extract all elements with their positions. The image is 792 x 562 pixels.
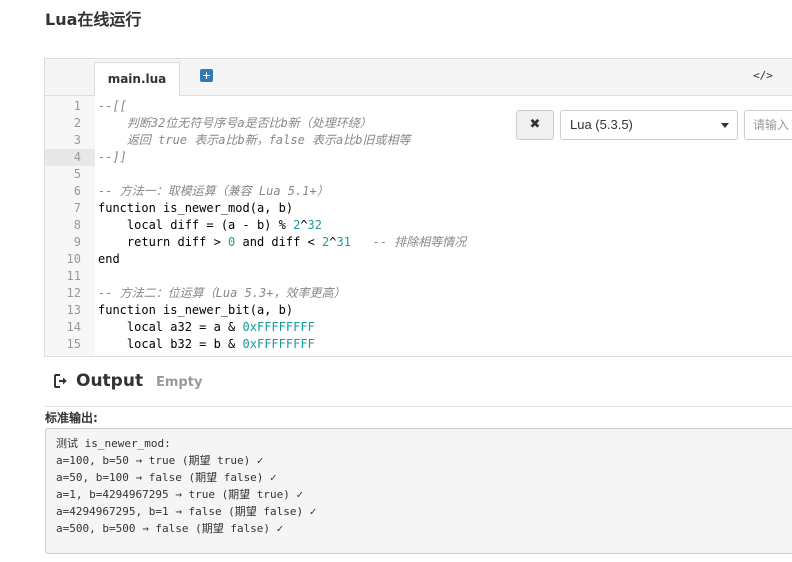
code-line[interactable]: 8 local diff = (a - b) % 2^32 bbox=[45, 217, 792, 234]
line-number: 8 bbox=[73, 218, 81, 232]
sign-out-icon bbox=[54, 374, 67, 388]
line-number: 13 bbox=[66, 303, 81, 317]
line-number: 1 bbox=[73, 99, 81, 113]
code-line[interactable]: 15 local b32 = b & 0xFFFFFFFF bbox=[45, 336, 792, 353]
code-line[interactable]: 14 local a32 = a & 0xFFFFFFFF bbox=[45, 319, 792, 336]
code-token: return bbox=[98, 235, 171, 249]
code-token: 判断32位无符号序号a是否比b新（处理环绕） bbox=[98, 116, 372, 130]
line-number: 12 bbox=[66, 286, 81, 300]
line-number: 15 bbox=[66, 337, 81, 351]
stdout-line: a=1, b=4294967295 → true (期望 true) ✓ bbox=[56, 488, 304, 501]
code-line[interactable]: 6 -- 方法一：取模运算（兼容 Lua 5.1+） bbox=[45, 183, 792, 200]
code-line[interactable]: 9 return diff > 0 and diff < 2^31 -- 排除相… bbox=[45, 234, 792, 251]
code-token: 32 bbox=[307, 218, 322, 232]
line-number: 4 bbox=[45, 149, 95, 166]
code-token: function bbox=[98, 201, 156, 215]
code-text: --]] bbox=[98, 149, 127, 166]
code-token: and bbox=[242, 235, 265, 249]
code-text: -- 方法一：取模运算（兼容 Lua 5.1+） bbox=[98, 183, 329, 200]
code-token: ^ bbox=[300, 218, 308, 232]
code-line[interactable]: 5 bbox=[45, 166, 792, 183]
stdout-line: a=50, b=100 → false (期望 false) ✓ bbox=[56, 471, 277, 484]
stdout-line: a=4294967295, b=1 → false (期望 false) ✓ bbox=[56, 505, 317, 518]
code-text: function is_newer_mod(a, b) bbox=[98, 200, 293, 217]
code-token: 0xFFFFFFFF bbox=[242, 320, 315, 334]
code-token: function bbox=[98, 303, 156, 317]
code-text: local b32 = b & 0xFFFFFFFF bbox=[98, 336, 315, 353]
code-line[interactable]: 13 function is_newer_bit(a, b) bbox=[45, 302, 792, 319]
code-token: is_newer_mod(a, b) bbox=[155, 201, 294, 215]
line-number: 14 bbox=[66, 320, 81, 334]
code-token: local bbox=[98, 337, 164, 351]
line-number: 3 bbox=[73, 133, 81, 147]
line-number: 11 bbox=[66, 269, 81, 283]
code-text: 返回 true 表示a比b新，false 表示a比b旧或相等 bbox=[98, 132, 411, 149]
stdout-label: 标准输出: bbox=[45, 411, 98, 425]
output-divider bbox=[44, 406, 792, 407]
code-token: local bbox=[98, 320, 164, 334]
code-text: return diff > 0 and diff < 2^31 -- 排除相等情… bbox=[98, 234, 466, 251]
language-select[interactable]: Lua (5.3.5) bbox=[560, 110, 738, 140]
stdout-box: 测试 is_newer_mod: a=100, b=50 → true (期望 t… bbox=[45, 428, 792, 554]
code-token: local bbox=[98, 218, 164, 232]
code-text: -- 方法二：位运算（Lua 5.3+，效率更高） bbox=[98, 285, 345, 302]
line-number: 5 bbox=[73, 167, 81, 181]
clear-button[interactable]: ✖ bbox=[516, 110, 554, 140]
tab-main-lua[interactable]: main.lua bbox=[94, 62, 180, 96]
code-token: diff < bbox=[264, 235, 322, 249]
code-token: 返回 true 表示a比b新，false 表示a比b旧或相等 bbox=[98, 133, 411, 147]
editor-tab-bar: main.lua </> bbox=[45, 59, 792, 96]
code-token: 0xFFFFFFFF bbox=[242, 337, 315, 351]
code-text: function is_newer_bit(a, b) bbox=[98, 302, 293, 319]
line-number: 9 bbox=[73, 235, 81, 249]
stdout-line: a=100, b=50 → true (期望 true) ✓ bbox=[56, 454, 264, 467]
code-token: -- 方法二：位运算（Lua 5.3+，效率更高） bbox=[98, 286, 346, 300]
code-text: local diff = (a - b) % 2^32 bbox=[98, 217, 322, 234]
line-number: 10 bbox=[66, 252, 81, 266]
code-line[interactable]: 7 function is_newer_mod(a, b) bbox=[45, 200, 792, 217]
code-toggle-icon[interactable]: </> bbox=[753, 67, 773, 85]
code-token: -- 方法一：取模运算（兼容 Lua 5.1+） bbox=[98, 184, 329, 198]
code-token: --[[ bbox=[98, 99, 127, 113]
output-status: Empty bbox=[156, 375, 203, 390]
code-token: 31 bbox=[336, 235, 351, 249]
code-token: is_newer_bit(a, b) bbox=[155, 303, 294, 317]
code-line[interactable]: 4 --]] bbox=[45, 149, 792, 166]
language-select-value: Lua (5.3.5) bbox=[570, 117, 633, 132]
code-line[interactable]: 10 end bbox=[45, 251, 792, 268]
page-title: Lua在线运行 bbox=[45, 10, 142, 29]
stdout-line: 测试 is_newer_mod: bbox=[56, 437, 171, 450]
code-text: local a32 = a & 0xFFFFFFFF bbox=[98, 319, 315, 336]
code-text: end bbox=[98, 251, 120, 268]
code-text: --[[ bbox=[98, 98, 127, 115]
code-token: diff = (a - b) % bbox=[163, 218, 294, 232]
line-number: 2 bbox=[73, 116, 81, 130]
code-token: --]] bbox=[98, 150, 127, 164]
add-file-icon[interactable] bbox=[200, 69, 213, 82]
chevron-down-icon bbox=[721, 123, 729, 128]
code-token: end bbox=[98, 252, 120, 266]
line-number: 7 bbox=[73, 201, 81, 215]
code-token: a32 = a & bbox=[163, 320, 243, 334]
code-token: diff > bbox=[170, 235, 229, 249]
code-line[interactable]: 11 bbox=[45, 268, 792, 285]
code-token: b32 = b & bbox=[163, 337, 243, 351]
stdout-line: a=500, b=500 → false (期望 false) ✓ bbox=[56, 522, 284, 535]
code-token: -- 排除相等情况 bbox=[350, 235, 467, 249]
code-line[interactable]: 12 -- 方法二：位运算（Lua 5.3+，效率更高） bbox=[45, 285, 792, 302]
code-editor-panel: main.lua </> 1 --[[ 2 判断32位无符号序号a是否比b新（处理环… bbox=[44, 58, 792, 357]
code-text: 判断32位无符号序号a是否比b新（处理环绕） bbox=[98, 115, 372, 132]
output-title: Output bbox=[76, 371, 144, 391]
stdin-input[interactable] bbox=[744, 110, 792, 140]
line-number: 6 bbox=[73, 184, 81, 198]
